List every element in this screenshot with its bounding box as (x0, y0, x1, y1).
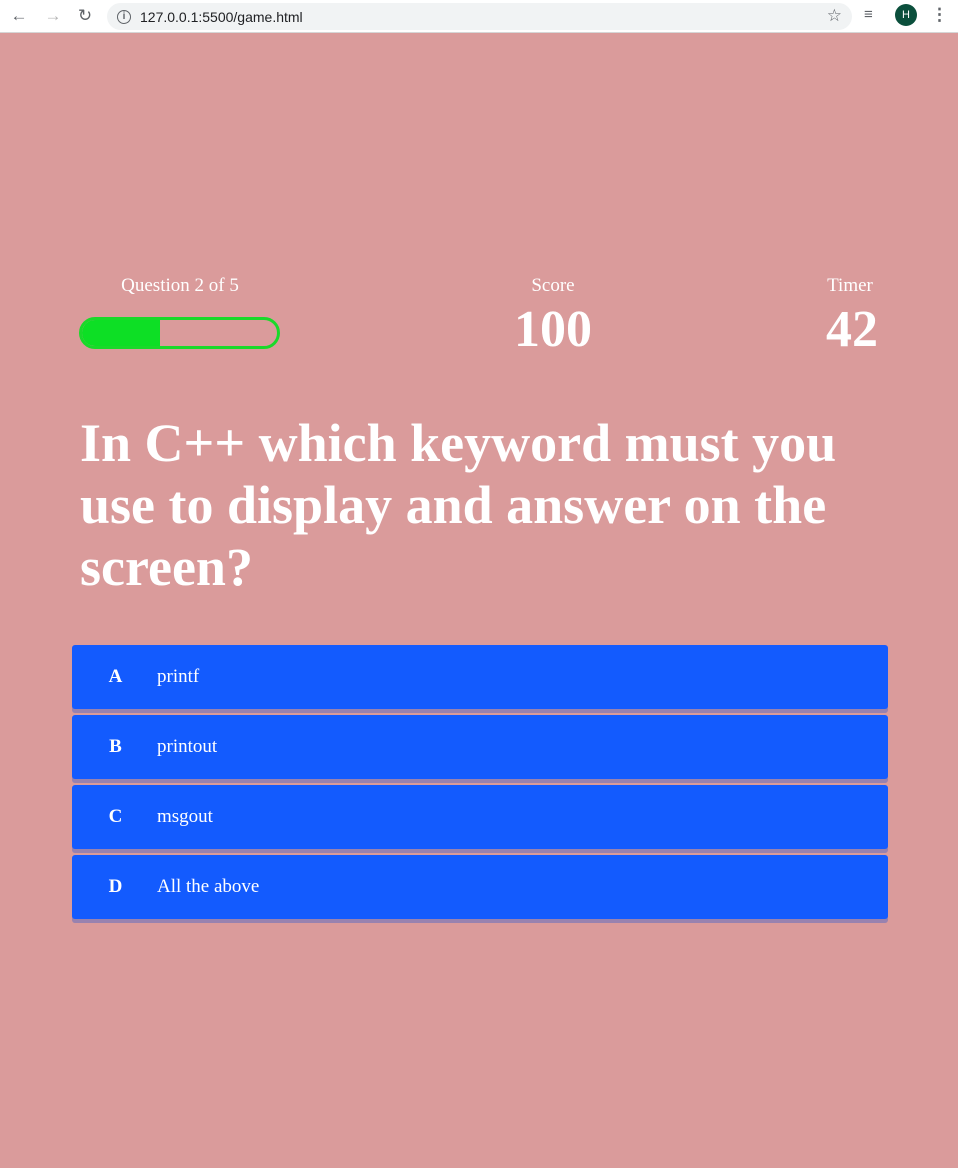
choice-prefix: B (109, 736, 122, 757)
timer-value: 42 (826, 301, 878, 358)
media-queue-icon[interactable]: ≡ (864, 6, 873, 23)
question-text: In C++ which keyword must you use to dis… (80, 413, 837, 597)
choice-option-b[interactable]: B printout (72, 715, 888, 779)
choice-text: printf (157, 666, 200, 687)
profile-avatar[interactable]: H (895, 4, 917, 26)
choice-prefix: C (108, 806, 123, 827)
kebab-menu-icon[interactable]: ⋮ (931, 5, 948, 25)
choice-list: A printf B printout C msgout D All the a… (72, 645, 888, 925)
choice-text: printout (157, 736, 218, 757)
reload-icon[interactable]: ↻ (73, 4, 97, 28)
url-text: 127.0.0.1:5500/game.html (140, 8, 303, 25)
choice-option-a[interactable]: A printf (72, 645, 888, 709)
info-icon[interactable]: i (117, 9, 131, 24)
star-icon[interactable]: ☆ (827, 6, 842, 26)
timer-label: Timer (827, 275, 873, 296)
choice-prefix: A (108, 666, 123, 687)
forward-arrow-icon[interactable]: → (41, 4, 65, 28)
progress-bar-fill (82, 320, 160, 346)
progress-bar (79, 317, 280, 349)
score-value: 100 (514, 301, 592, 358)
back-arrow-icon[interactable]: ← (7, 4, 31, 28)
address-bar[interactable]: i 127.0.0.1:5500/game.html ☆ (107, 3, 852, 30)
browser-toolbar: ← → ↻ i 127.0.0.1:5500/game.html ☆ ≡ H ⋮ (0, 0, 958, 33)
choice-option-c[interactable]: C msgout (72, 785, 888, 849)
progress-text: Question 2 of 5 (121, 275, 239, 296)
choice-text: msgout (157, 806, 213, 827)
choice-option-d[interactable]: D All the above (72, 855, 888, 919)
choice-prefix: D (108, 876, 123, 897)
choice-text: All the above (157, 876, 260, 897)
score-label: Score (531, 275, 575, 296)
